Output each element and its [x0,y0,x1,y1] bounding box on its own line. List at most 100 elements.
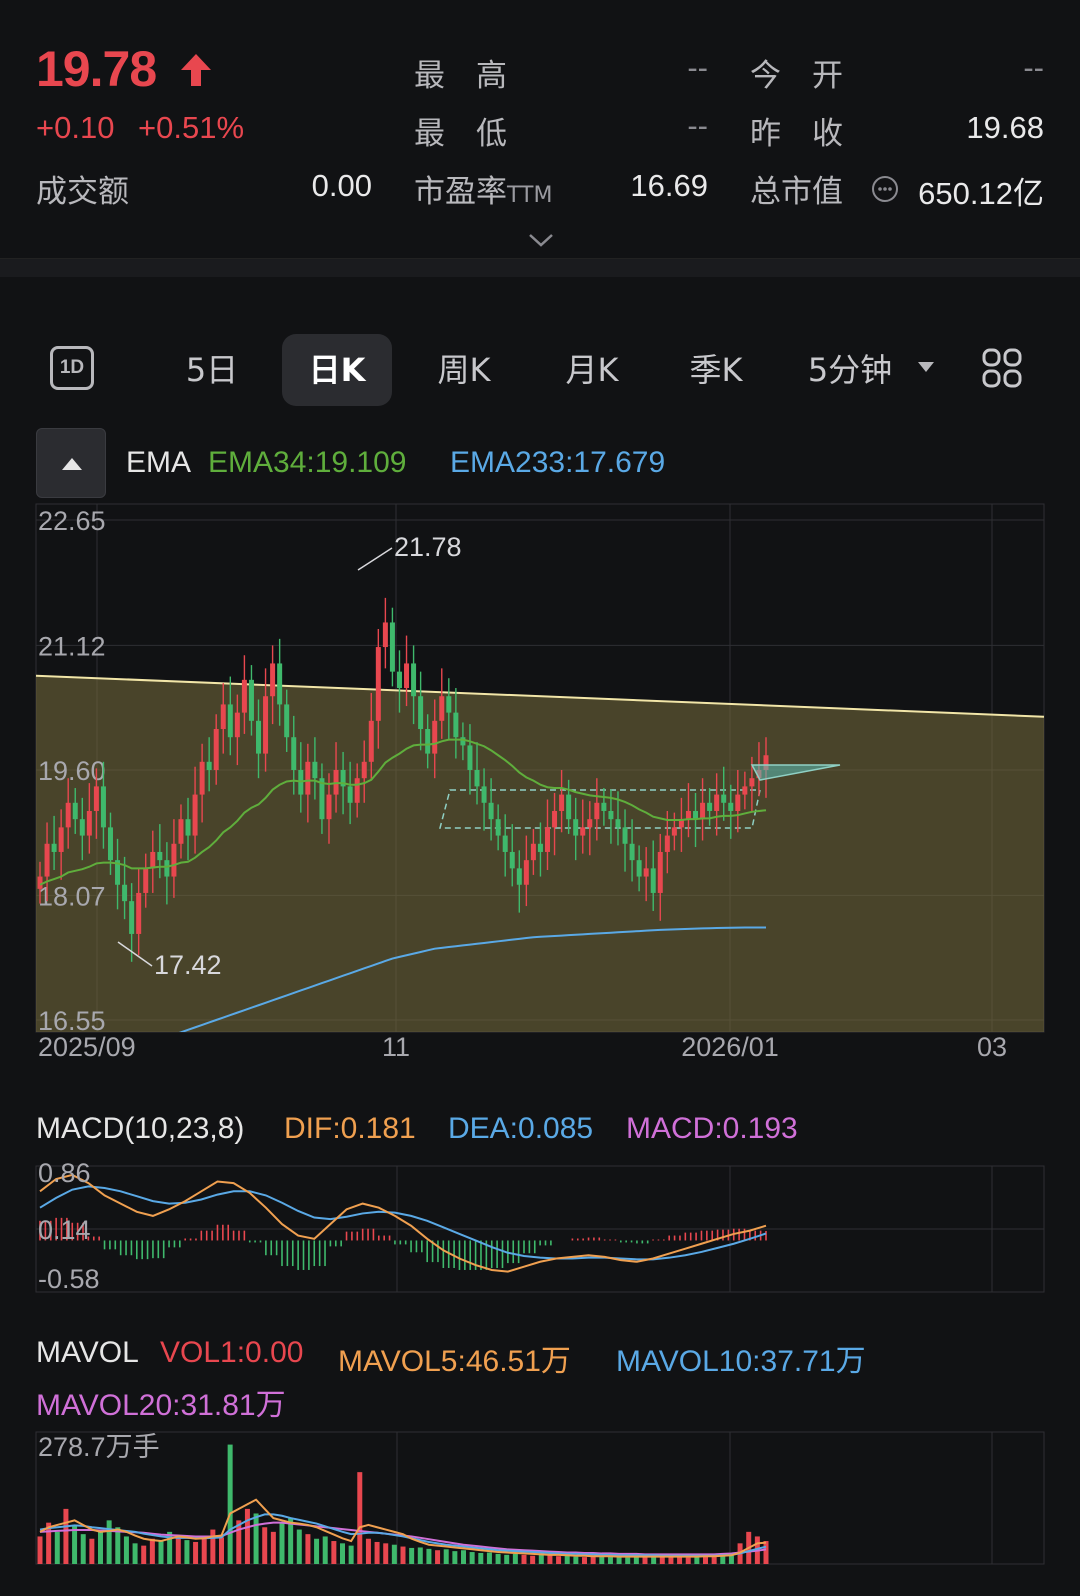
volume-bar [469,1552,475,1564]
candle-body [495,819,501,836]
kline-chart[interactable]: 22.6521.1219.6018.0716.5521.7817.422025/… [0,490,1080,1070]
grid-menu-icon[interactable] [982,348,1022,388]
candle-body [206,761,212,770]
volume-bar [642,1557,648,1564]
volume-bar [763,1541,769,1564]
volume-bar [521,1554,527,1564]
volume-bar [132,1543,138,1564]
candle-body [714,794,720,811]
candle-body [432,720,438,754]
candle-body [693,810,699,820]
tab-5min[interactable]: 5分钟 [798,334,902,406]
tab-monthly-k[interactable]: 月K [540,334,644,406]
more-info-icon[interactable] [870,174,900,204]
price-change: +0.10 [36,110,115,145]
pe-ttm-suffix: TTM [507,183,553,208]
volume-bar [296,1529,302,1564]
volume-bar [365,1538,371,1564]
volume-bar [703,1556,708,1564]
tab-quarterly-k[interactable]: 季K [664,334,768,406]
tab-daily-k[interactable]: 日K [282,334,392,406]
candle-body [213,729,219,770]
candle-body [425,729,431,754]
candle-body [79,819,85,836]
volume-chart[interactable]: 278.7万手 [0,1428,1080,1578]
candle-body [382,622,388,648]
candle-body [319,778,325,820]
volume-bar [262,1527,268,1564]
expand-chevron-icon[interactable] [526,230,556,250]
candle-body [481,786,487,803]
volume-y-tick: 278.7万手 [38,1432,160,1462]
volume-bar [478,1552,484,1564]
candle-body [404,663,410,689]
high-annotation-leader [357,547,393,571]
tab-5day[interactable]: 5日 [160,334,264,406]
volume-bar [331,1541,337,1564]
volume-bar [452,1551,458,1564]
dif-line [39,1173,767,1273]
volume-bar [37,1536,43,1564]
y-tick-label: 22.65 [38,506,106,536]
open-value: -- [1023,50,1044,85]
candle-body [157,851,163,861]
tab-weekly-k[interactable]: 周K [412,334,516,406]
volume-bar [219,1537,224,1564]
candle-body [263,696,269,754]
volume-bar [443,1549,449,1564]
candle-body [93,786,99,811]
candle-body [742,786,748,795]
candle-body [446,696,452,713]
volume-bar [314,1538,320,1564]
mavol10-legend: MAVOL10:37.71万 [616,1345,866,1378]
candle-body [516,868,522,885]
candle-body [192,794,198,836]
candle-body [418,696,424,730]
volume-bar [305,1534,311,1564]
volume-bar [340,1543,345,1564]
turnover-label: 成交额 [36,174,129,210]
open-label: 今 开 [750,58,843,94]
candle-body [664,835,670,852]
caret-down-icon[interactable] [916,360,936,374]
candle-body [587,819,593,828]
candle-body [164,860,170,877]
candle-body [361,761,367,779]
candle-body [270,663,276,697]
volume-bar [426,1548,432,1564]
volume-bar [435,1550,441,1564]
volume-bar [573,1556,579,1564]
volume-bar [530,1555,536,1564]
macd-chart[interactable]: 0.86 0.14 -0.58 [0,1160,1080,1300]
low-annotation: 17.42 [154,950,222,980]
x-tick-label: 03 [977,1032,1007,1062]
candle-body [347,786,353,803]
candle-body [615,819,621,828]
volume-bar [322,1536,328,1564]
volume-bar [270,1531,276,1564]
candle-body [326,794,332,820]
dif-legend: DIF:0.181 [284,1112,416,1145]
candle-body [467,745,473,770]
volume-bar [210,1529,216,1564]
candle-body [601,802,607,811]
volume-bar [374,1541,380,1564]
dea-line [39,1185,767,1261]
volume-bar [123,1536,129,1564]
caret-up-icon [62,458,82,470]
turnover-value: 0.00 [311,168,372,203]
volume-bar [409,1547,415,1564]
pe-label: 市盈率TTM [414,174,553,210]
volume-bar [279,1522,285,1564]
macd-y-tick: 0.86 [38,1160,91,1188]
candle-body [312,761,318,779]
volume-bar [184,1540,190,1564]
candle-body [622,827,628,844]
oneday-chart-icon[interactable]: 1D [50,346,94,390]
candle-body [636,860,642,877]
collapse-indicator-button[interactable] [36,428,106,498]
candle-body [594,802,600,820]
volume-bar [288,1518,294,1564]
candle-body [44,843,50,877]
volume-bar [556,1556,562,1564]
